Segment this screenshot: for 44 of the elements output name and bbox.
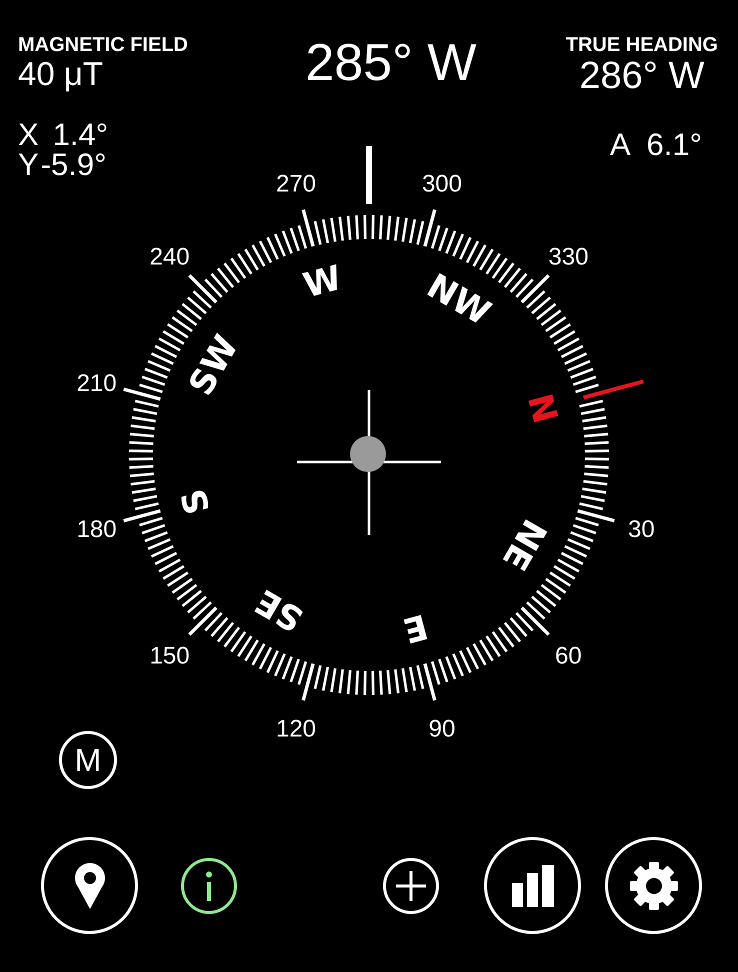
field-label: MAGNETIC FIELD xyxy=(18,34,188,56)
degree-label: 60 xyxy=(555,642,582,670)
axis-label: X xyxy=(18,120,39,150)
info-icon xyxy=(205,870,213,900)
heading-value: 285° W xyxy=(305,34,476,92)
heading-indicator xyxy=(366,146,372,204)
axis-label: A xyxy=(610,130,630,160)
location-button[interactable] xyxy=(41,837,138,934)
direction-label: NE xyxy=(494,512,554,577)
degree-label: 300 xyxy=(422,170,462,198)
degree-label: 270 xyxy=(276,170,316,198)
direction-label: NW xyxy=(420,266,498,334)
add-button[interactable] xyxy=(383,858,439,914)
settings-button[interactable] xyxy=(605,837,702,934)
direction-label: SE xyxy=(248,580,310,640)
direction-label: SW xyxy=(181,328,247,402)
true-heading-value: 286° W xyxy=(579,56,704,96)
level-bubble xyxy=(350,436,386,472)
degree-label: 90 xyxy=(428,715,456,742)
degree-label: 30 xyxy=(628,516,655,543)
mode-button[interactable]: M xyxy=(59,731,117,789)
degree-label: 210 xyxy=(76,370,117,398)
plus-icon xyxy=(396,870,426,900)
info-button[interactable] xyxy=(181,858,237,914)
settings-icon xyxy=(630,862,678,910)
pin-icon xyxy=(74,862,104,908)
bar-chart-icon xyxy=(512,864,554,906)
degree-label: 180 xyxy=(76,516,117,543)
degree-label: 150 xyxy=(150,642,190,670)
axis-label: Y xyxy=(18,150,39,180)
direction-label: E xyxy=(398,606,432,650)
tilt-value: 1.4° xyxy=(52,120,108,150)
chart-button[interactable] xyxy=(484,837,581,934)
true-heading-label: TRUE HEADING xyxy=(566,34,718,56)
direction-label: S xyxy=(174,484,219,518)
degree-label: 240 xyxy=(150,244,190,271)
accuracy-value: 6.1° xyxy=(646,130,702,160)
direction-label: N xyxy=(518,390,565,428)
north-marker xyxy=(582,380,644,400)
field-value: 40 μT xyxy=(18,56,104,92)
degree-label: 330 xyxy=(548,244,588,271)
tilt-value: -5.9° xyxy=(40,150,107,180)
degree-label: 120 xyxy=(276,715,316,742)
direction-label: W xyxy=(299,258,346,306)
